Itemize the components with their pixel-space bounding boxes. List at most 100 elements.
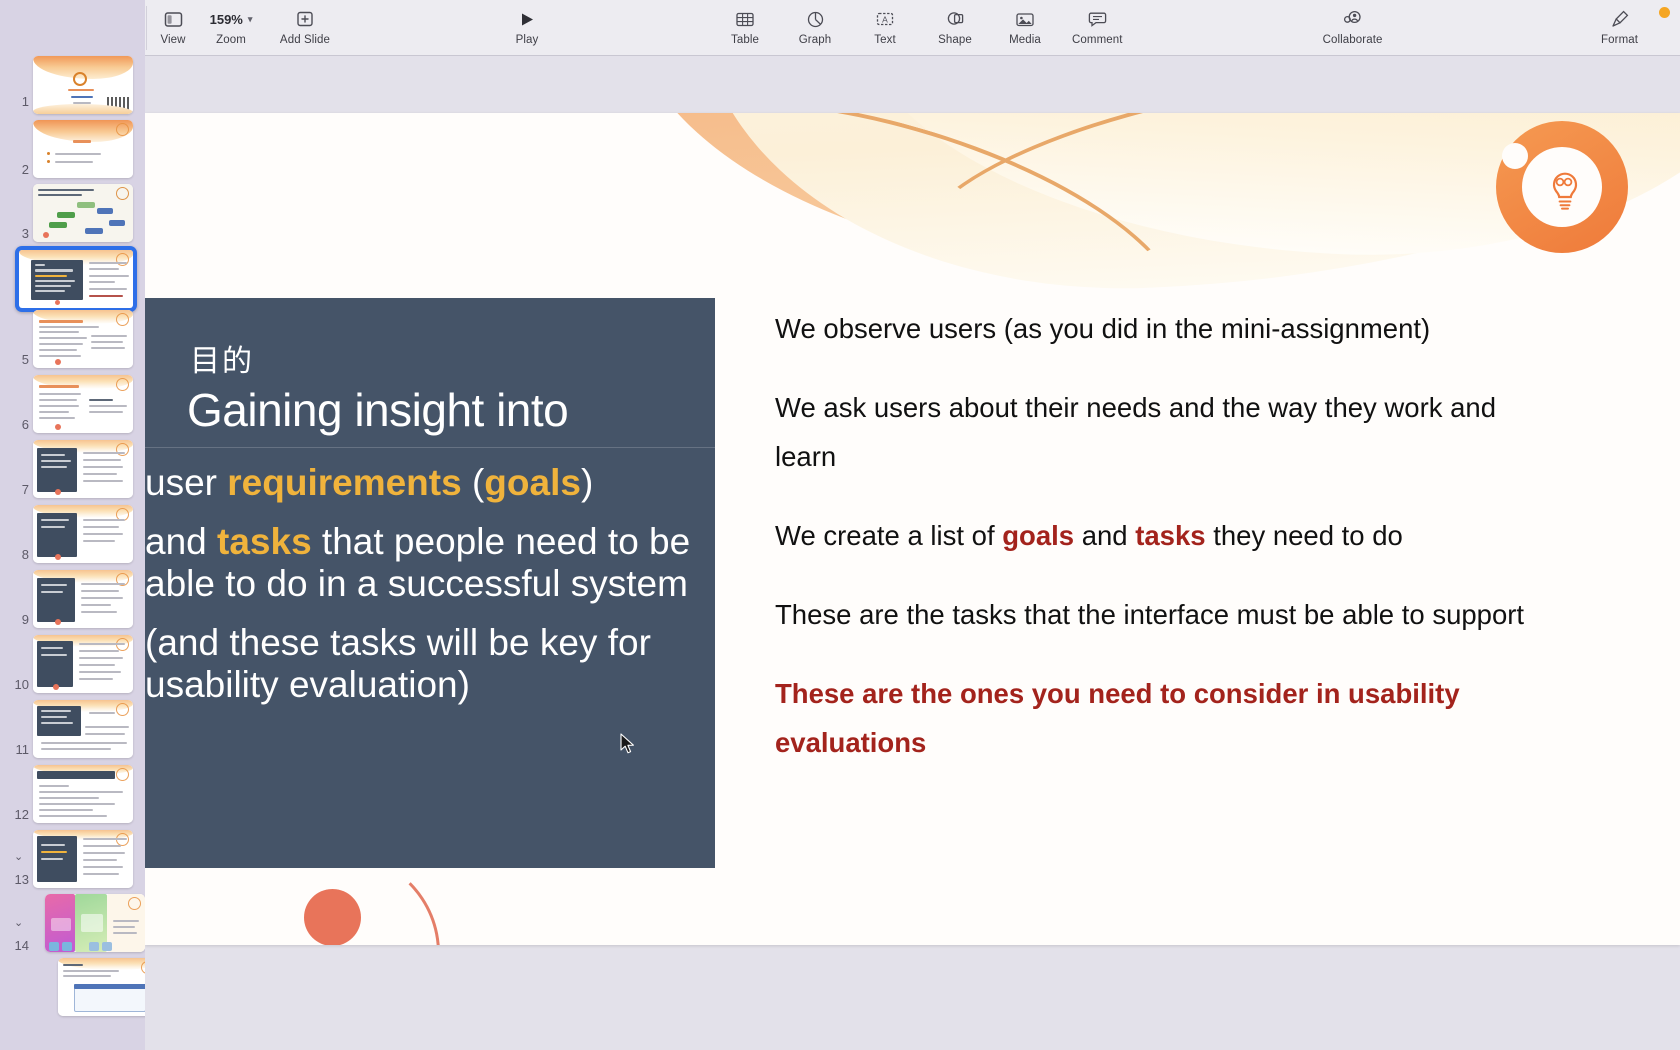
speech-bubble-icon — [1088, 7, 1107, 31]
slide-number: 2 — [21, 162, 29, 177]
slide-number: 14 — [14, 938, 29, 953]
list-item[interactable]: 6 — [0, 375, 145, 437]
body-paragraph-4: These are the tasks that the interface m… — [775, 591, 1555, 640]
slide-body-text[interactable]: We observe users (as you did in the mini… — [775, 305, 1555, 798]
text-segment: and — [1074, 519, 1136, 551]
list-item[interactable]: 10 — [0, 635, 145, 697]
collaborate-label: Collaborate — [1322, 34, 1383, 46]
graph-button[interactable]: Graph — [792, 0, 838, 46]
slide-thumbnail[interactable] — [33, 120, 133, 178]
list-item[interactable]: ⌄ 13 — [0, 830, 145, 892]
text-label: Text — [874, 34, 896, 46]
list-item[interactable]: 3 — [0, 184, 145, 246]
view-button[interactable]: View — [150, 0, 196, 46]
keynote-window: View 159% ▾ Zoom Add Slide Play Table Gr… — [0, 0, 1680, 1050]
play-label: Play — [515, 34, 539, 46]
panel-body: user requirements (goals) and tasks that… — [145, 462, 715, 705]
slide-thumbnail-selected[interactable] — [15, 246, 137, 312]
shape-button[interactable]: Shape — [932, 0, 978, 46]
graph-label: Graph — [798, 34, 832, 46]
slide-thumbnail[interactable] — [33, 310, 133, 368]
slide-thumbnail[interactable] — [33, 505, 133, 563]
chevron-down-icon: ▾ — [247, 13, 253, 24]
list-item[interactable]: 8 — [0, 505, 145, 567]
highlight-segment: goals — [484, 461, 581, 503]
slide-thumbnail[interactable] — [45, 894, 145, 952]
toolbar-divider — [146, 6, 147, 50]
sidebar-view-icon — [164, 7, 183, 31]
zoom-control[interactable]: 159% ▾ Zoom — [196, 0, 266, 47]
slide-navigator[interactable]: 1 2 3 5 6 7 8 9 10 11 12 ⌄ 13 ⌄ 14 — [0, 0, 145, 1050]
slide-thumbnail[interactable] — [33, 375, 133, 433]
slide-number: 5 — [21, 352, 29, 367]
paintbrush-icon — [1610, 7, 1630, 31]
slide-number: 3 — [21, 226, 29, 241]
slide-thumbnail[interactable] — [33, 635, 133, 693]
list-item-selected[interactable]: 4 — [0, 246, 145, 312]
shapes-icon — [946, 7, 965, 31]
zoom-value-row: 159% ▾ — [210, 7, 253, 31]
animate-button[interactable]: Animate — [1673, 0, 1680, 46]
panel-line-3: (and these tasks will be key for usabili… — [145, 622, 709, 705]
text-segment: We create a list of — [775, 519, 1003, 551]
list-item[interactable]: 7 — [0, 440, 145, 502]
slide-thumbnail[interactable] — [33, 440, 133, 498]
text-segment: These are the tasks that the interface m… — [775, 598, 1525, 630]
list-item[interactable]: 11 — [0, 700, 145, 762]
text-button[interactable]: A Text — [862, 0, 908, 46]
media-label: Media — [1009, 34, 1041, 46]
list-item[interactable]: 1 — [0, 56, 145, 118]
text-box-icon: A — [875, 7, 895, 31]
lightbulb-badge — [1496, 121, 1628, 253]
text-segment: they need to do — [1205, 519, 1403, 551]
list-item[interactable]: 5 — [0, 310, 145, 372]
highlight-segment: tasks — [217, 521, 312, 563]
slide-canvas-area: 目的 Gaining insight into user requirement… — [145, 56, 1680, 1050]
coral-circle — [304, 889, 361, 945]
table-button[interactable]: Table — [722, 0, 768, 46]
slide-editor[interactable]: 目的 Gaining insight into user requirement… — [145, 113, 1680, 945]
view-label: View — [160, 34, 186, 46]
body-paragraph-1: We observe users (as you did in the mini… — [775, 305, 1555, 354]
slide-number: 12 — [14, 807, 29, 822]
collaborate-button[interactable]: Collaborate — [1308, 0, 1398, 46]
list-item[interactable]: ⌄ 14 — [0, 894, 145, 956]
toolbar-collaborate-group: Collaborate — [1308, 0, 1398, 56]
add-slide-label: Add Slide — [279, 34, 331, 46]
play-button[interactable]: Play — [504, 0, 550, 46]
status-badge-dot — [1659, 7, 1670, 18]
table-grid-icon — [735, 7, 755, 31]
red-segment: These are the ones you need to consider … — [775, 677, 1460, 758]
chevron-collapse-icon[interactable]: ⌄ — [14, 850, 23, 863]
highlight-segment: requirements — [227, 461, 462, 503]
list-item[interactable] — [0, 958, 145, 1020]
toolbar-left-group: View 159% ▾ Zoom Add Slide — [150, 0, 344, 56]
slide-thumbnail[interactable] — [33, 56, 133, 114]
comment-button[interactable]: Comment — [1072, 0, 1123, 46]
slide-thumbnail[interactable] — [33, 765, 133, 823]
body-paragraph-5: These are the ones you need to consider … — [775, 670, 1555, 768]
slide-title-panel[interactable]: 目的 Gaining insight into user requirement… — [145, 298, 715, 868]
plus-box-icon — [296, 7, 314, 31]
red-segment: goals — [1002, 519, 1075, 551]
slide-number: 1 — [21, 94, 29, 109]
play-triangle-icon — [519, 7, 535, 31]
slide-thumbnail[interactable] — [33, 184, 133, 242]
list-item[interactable]: 12 — [0, 765, 145, 827]
slide-number: 11 — [15, 742, 30, 757]
slide-thumbnail[interactable] — [58, 958, 145, 1016]
slide-thumbnail[interactable] — [33, 700, 133, 758]
page-title: Gaining insight into — [187, 384, 569, 436]
text-segment: We ask users about their needs and the w… — [775, 391, 1497, 472]
list-item[interactable]: 9 — [0, 570, 145, 632]
add-slide-button[interactable]: Add Slide — [266, 0, 344, 46]
text-segment: ) — [580, 461, 594, 503]
mouse-cursor — [620, 733, 636, 755]
slide-thumbnail[interactable] — [33, 570, 133, 628]
list-item[interactable]: 2 — [0, 120, 145, 182]
slide-thumbnail[interactable] — [33, 830, 133, 888]
media-button[interactable]: Media — [1002, 0, 1048, 46]
format-button[interactable]: Format — [1593, 0, 1647, 46]
chevron-collapse-icon[interactable]: ⌄ — [14, 916, 23, 929]
slide-number: 7 — [21, 482, 29, 497]
